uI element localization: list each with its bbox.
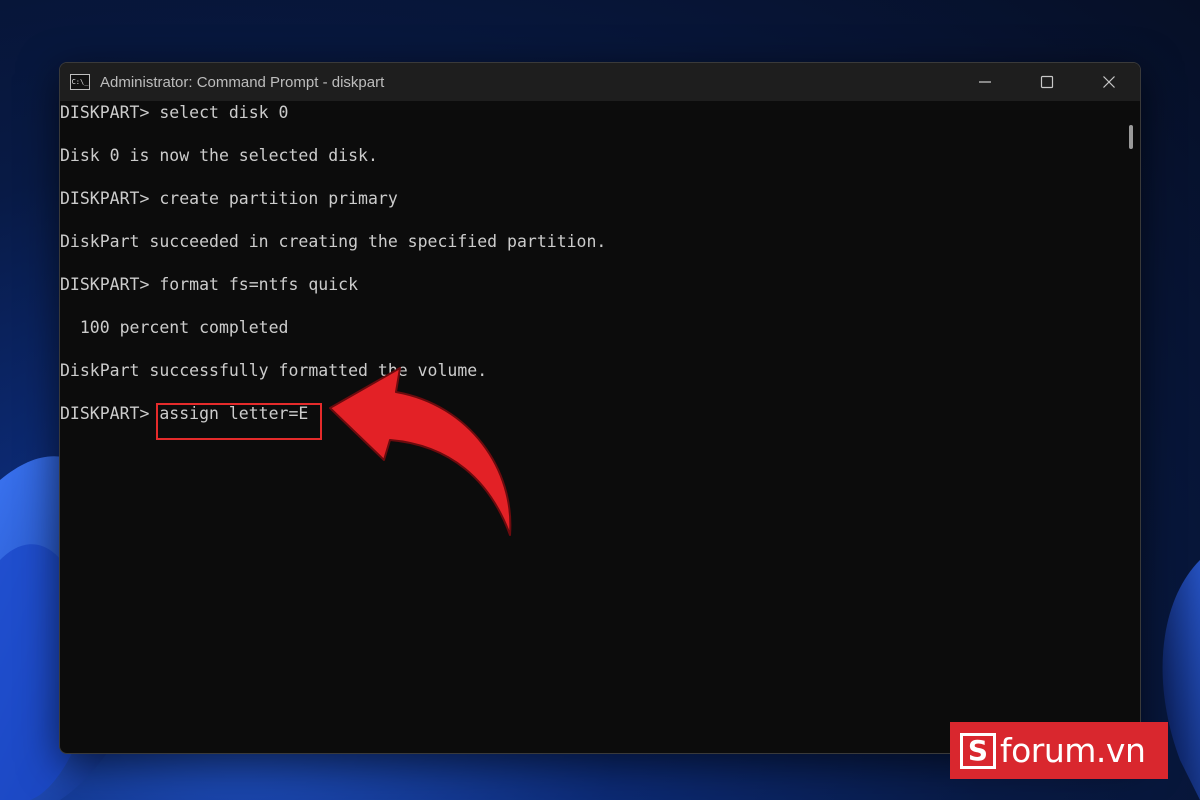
console-line: DISKPART> format fs=ntfs quick: [60, 275, 359, 294]
title-bar[interactable]: C:\_ Administrator: Command Prompt - dis…: [60, 63, 1140, 101]
close-button[interactable]: [1078, 63, 1140, 101]
logo-s-mark: S: [960, 732, 996, 769]
maximize-icon: [1040, 75, 1054, 89]
logo-text: forum.vn: [1000, 731, 1146, 770]
window-title: Administrator: Command Prompt - diskpart: [100, 73, 385, 91]
console-line: DiskPart succeeded in creating the speci…: [60, 232, 607, 251]
curved-arrow-icon: [329, 367, 512, 536]
minimize-icon: [979, 81, 991, 83]
console-line: DISKPART> select disk 0: [60, 103, 289, 122]
console-line: 100 percent completed: [60, 318, 289, 337]
console-line: DISKPART> create partition primary: [60, 189, 398, 208]
cmd-icon: C:\_: [70, 74, 90, 90]
console-line: Disk 0 is now the selected disk.: [60, 146, 378, 165]
scrollbar-thumb[interactable]: [1129, 125, 1133, 149]
vertical-scrollbar[interactable]: [1122, 101, 1140, 753]
maximize-button[interactable]: [1016, 63, 1078, 101]
command-highlight-box: [156, 403, 322, 440]
sforum-logo: S forum.vn: [950, 722, 1168, 779]
close-icon: [1103, 76, 1115, 88]
minimize-button[interactable]: [954, 63, 1016, 101]
